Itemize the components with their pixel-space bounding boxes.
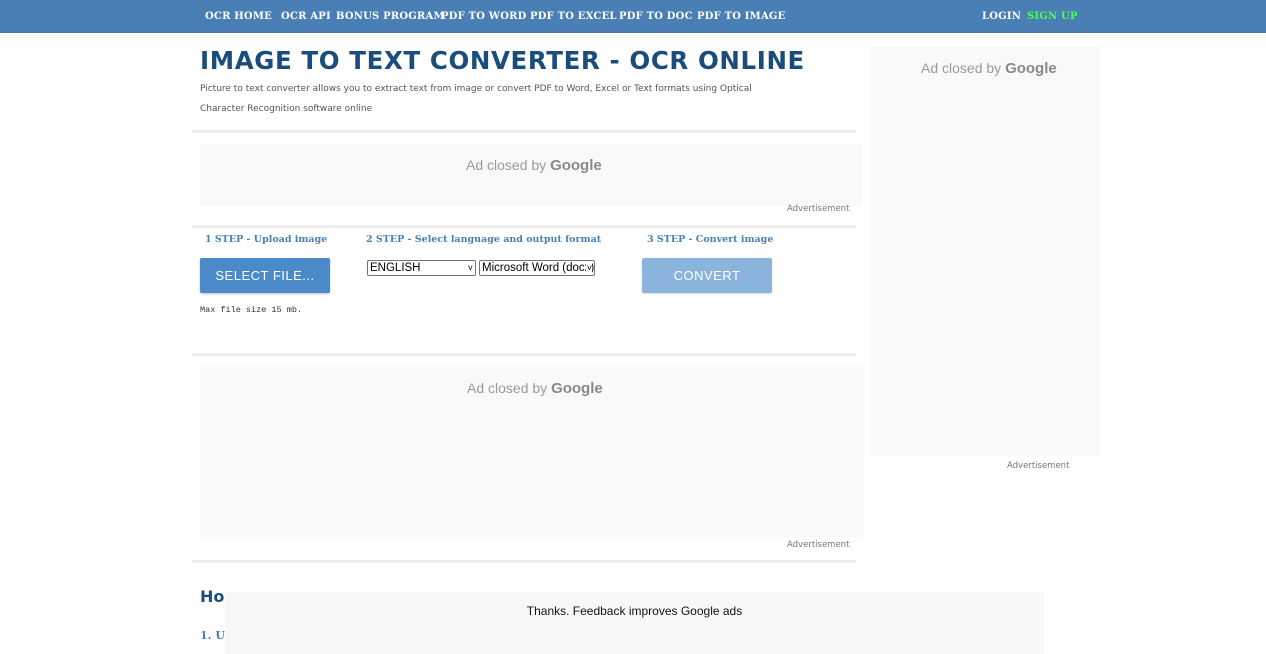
ad-label: Advertisement (787, 540, 850, 550)
step2-title: 2 STEP - Select language and output form… (366, 234, 602, 245)
output-format-select[interactable]: Microsoft Word (docx) ˅ (479, 260, 595, 276)
chevron-down-icon: ˅ (466, 261, 473, 275)
nav-ocr-home[interactable]: OCR HOME (205, 11, 272, 22)
login-link[interactable]: LOGIN (982, 11, 1021, 22)
select-file-button[interactable]: SELECT FILE... (200, 258, 330, 293)
language-select[interactable]: ENGLISH ˅ (367, 260, 476, 276)
google-logo-text: Google (551, 380, 603, 397)
ad-label: Advertisement (787, 204, 850, 214)
nav-ocr-api[interactable]: OCR API (281, 11, 331, 22)
divider (192, 560, 856, 563)
max-file-size-note: Max file size 15 mb. (200, 305, 303, 315)
divider (192, 353, 856, 356)
ad-closed-notice: Ad closed by Google (467, 380, 603, 397)
ad-closed-text: Ad closed by (467, 380, 552, 396)
google-logo-text: Google (1005, 60, 1057, 77)
top-nav-bar: OCR HOME OCR API BONUS PROGRAM PDF TO WO… (0, 0, 1266, 33)
convert-button[interactable]: CONVERT (642, 258, 772, 293)
ad-closed-text: Ad closed by (921, 60, 1006, 76)
step3-title: 3 STEP - Convert image (647, 234, 774, 245)
nav-pdf-to-word[interactable]: PDF TO WORD (441, 11, 527, 22)
format-selected-value: Microsoft Word (docx) (482, 262, 595, 274)
ad-closed-text: Ad closed by (466, 157, 551, 173)
ad-banner-top: Ad closed by Google (200, 144, 862, 206)
page-title: IMAGE TO TEXT CONVERTER - OCR ONLINE (200, 46, 805, 75)
step1-title: 1 STEP - Upload image (205, 234, 328, 245)
signup-link[interactable]: SIGN UP (1027, 11, 1078, 22)
ad-feedback-text: Thanks. Feedback improves Google ads (526, 604, 743, 618)
nav-pdf-to-doc[interactable]: PDF TO DOC (619, 11, 693, 22)
ad-closed-notice: Ad closed by Google (921, 60, 1057, 77)
how-to-heading: Ho (200, 587, 225, 606)
chevron-down-icon: ˅ (585, 261, 592, 275)
page-description: Picture to text converter allows you to … (200, 84, 752, 114)
nav-pdf-to-image[interactable]: PDF TO IMAGE (697, 11, 785, 22)
google-logo-text: Google (550, 157, 602, 174)
ad-sidebar: Ad closed by Google (870, 46, 1100, 456)
ad-banner-middle: Ad closed by Google (200, 367, 864, 537)
divider (192, 225, 856, 228)
ad-feedback-overlay: Thanks. Feedback improves Google ads (225, 592, 1044, 654)
ad-label: Advertisement (1007, 461, 1070, 471)
language-selected-value: ENGLISH (370, 262, 421, 274)
nav-bonus-program[interactable]: BONUS PROGRAM (336, 11, 445, 22)
ad-closed-notice: Ad closed by Google (466, 157, 602, 174)
nav-pdf-to-excel[interactable]: PDF TO EXCEL (530, 11, 617, 22)
how-to-step-1: 1. U (200, 629, 225, 642)
divider (192, 130, 856, 133)
